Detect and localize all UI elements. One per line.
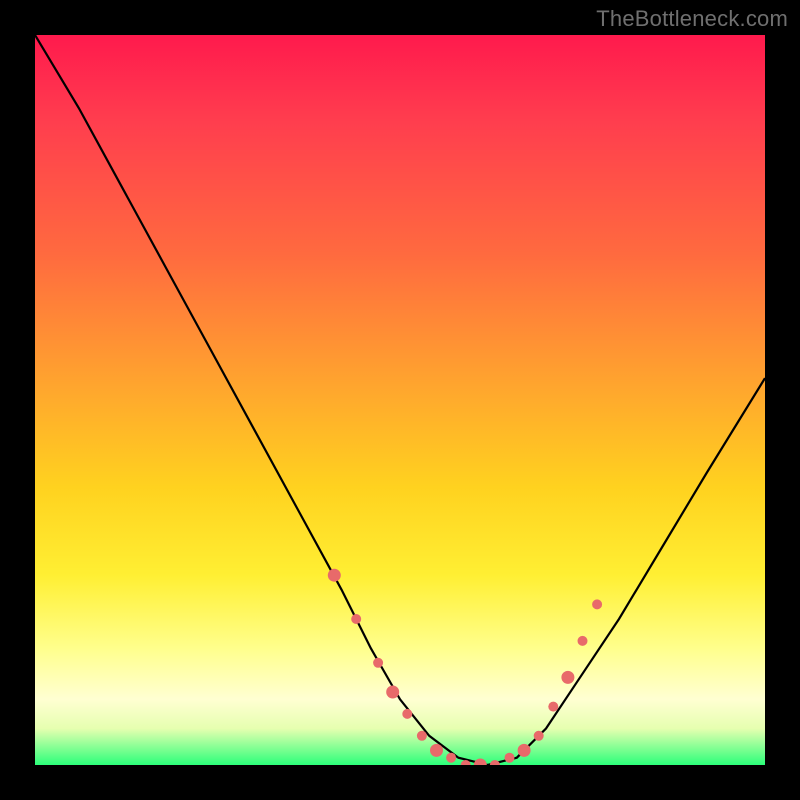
marker-point [417,731,427,741]
marker-point [490,760,500,765]
marker-point [474,759,487,766]
marker-point [328,569,341,582]
plot-area [35,35,765,765]
marker-group [328,569,602,765]
marker-point [402,709,412,719]
marker-point [446,753,456,763]
marker-point [548,702,558,712]
marker-point [505,753,515,763]
marker-point [386,686,399,699]
marker-point [578,636,588,646]
bottleneck-curve [35,35,765,765]
marker-point [373,658,383,668]
marker-point [518,744,531,757]
marker-point [430,744,443,757]
watermark-text: TheBottleneck.com [596,6,788,32]
chart-frame: TheBottleneck.com [0,0,800,800]
marker-point [561,671,574,684]
marker-point [351,614,361,624]
marker-point [592,599,602,609]
marker-point [534,731,544,741]
curve-svg [35,35,765,765]
